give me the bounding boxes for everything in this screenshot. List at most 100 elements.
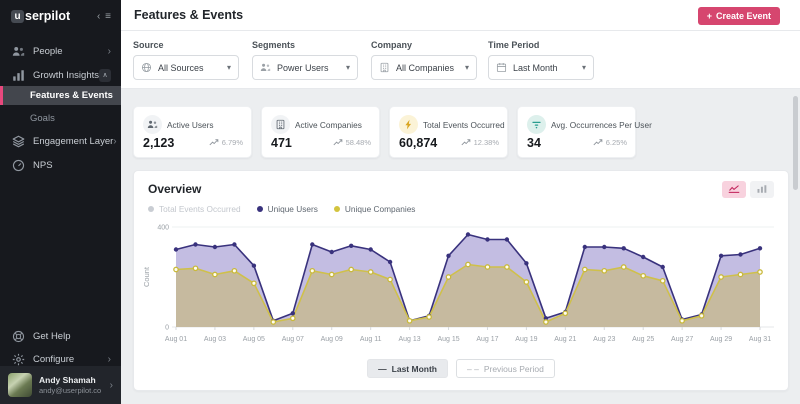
stat-trend: 12.38% xyxy=(461,138,499,147)
filter-label: Time Period xyxy=(488,40,594,50)
period-buttons: — Last Month – – Previous Period xyxy=(134,359,788,378)
stat-label: Avg. Occurrences Per User xyxy=(551,120,652,130)
stat-label: Active Companies xyxy=(295,120,362,130)
previous-period-button[interactable]: – – Previous Period xyxy=(456,359,555,378)
sidebar-item-goals[interactable]: Goals xyxy=(0,109,121,128)
profile-name: Andy Shamah xyxy=(39,375,101,386)
company-select[interactable]: All Companies ▾ xyxy=(371,55,477,80)
stat-card-avg-occurrences: Avg. Occurrences Per User 34 6.25% xyxy=(517,106,636,158)
chevron-right-icon: › xyxy=(113,136,116,147)
chart-canvas: 0400CountAug 01Aug 03Aug 05Aug 07Aug 09A… xyxy=(140,219,784,349)
create-event-label: Create Event xyxy=(716,11,771,21)
users-icon xyxy=(143,115,162,134)
avatar xyxy=(8,373,32,397)
logo-text: serpilot xyxy=(25,9,70,23)
sidebar-item-label: Engagement Layer xyxy=(33,136,113,147)
legend-dot xyxy=(148,206,154,212)
legend-label: Total Events Occurred xyxy=(159,204,241,214)
segments-select[interactable]: Power Users ▾ xyxy=(252,55,358,80)
svg-text:Aug 31: Aug 31 xyxy=(749,336,771,343)
period-button-label: Last Month xyxy=(392,364,437,374)
source-select[interactable]: All Sources ▾ xyxy=(133,55,239,80)
svg-text:Aug 15: Aug 15 xyxy=(437,336,459,343)
building-icon xyxy=(271,115,290,134)
sidebar-item-label: Configure xyxy=(33,354,108,365)
svg-text:Aug 21: Aug 21 xyxy=(554,336,576,343)
plus-icon: + xyxy=(707,11,712,21)
last-month-button[interactable]: — Last Month xyxy=(367,359,448,378)
trend-up-icon xyxy=(209,139,219,146)
svg-text:Aug 03: Aug 03 xyxy=(204,336,226,343)
dashed-dash-icon: – – xyxy=(467,364,479,374)
overview-panel: Overview Total Events Occurred Unique Us… xyxy=(133,170,789,391)
sidebar-item-nps[interactable]: NPS xyxy=(0,156,121,174)
stat-trend-value: 58.48% xyxy=(346,138,371,147)
line-chart-toggle-button[interactable] xyxy=(722,181,746,198)
filter-segments: Segments Power Users ▾ xyxy=(252,40,358,80)
time-period-select[interactable]: Last Month ▾ xyxy=(488,55,594,80)
solid-dash-icon: — xyxy=(378,364,387,374)
sidebar-item-features-events[interactable]: Features & Events xyxy=(0,86,121,105)
stat-trend-value: 6.25% xyxy=(606,138,627,147)
legend-dot xyxy=(334,206,340,212)
svg-text:Aug 17: Aug 17 xyxy=(476,336,498,343)
logo-mark: u xyxy=(11,10,24,23)
sidebar-item-growth-insights[interactable]: Growth Insights ∧ xyxy=(0,66,121,84)
sidebar-item-get-help[interactable]: Get Help xyxy=(0,327,121,345)
filter-value: All Sources xyxy=(158,63,227,73)
top-bar: Features & Events + Create Event xyxy=(121,0,800,31)
page-title: Features & Events xyxy=(134,0,243,31)
svg-text:Aug 27: Aug 27 xyxy=(671,336,693,343)
svg-text:Aug 07: Aug 07 xyxy=(282,336,304,343)
chevron-right-icon: › xyxy=(108,46,111,57)
trend-up-icon xyxy=(333,139,343,146)
chevron-right-icon: › xyxy=(108,354,111,365)
filter-value: Last Month xyxy=(513,63,582,73)
gauge-icon xyxy=(12,159,25,172)
stat-value: 471 xyxy=(271,136,292,150)
legend-item-unique-users[interactable]: Unique Users xyxy=(257,204,318,214)
filter-company: Company All Companies ▾ xyxy=(371,40,477,80)
legend-item-unique-companies[interactable]: Unique Companies xyxy=(334,204,416,214)
svg-text:0: 0 xyxy=(165,325,169,332)
chevron-down-icon: ▾ xyxy=(227,63,231,72)
bar-chart-toggle-button[interactable] xyxy=(750,181,774,198)
line-chart-icon xyxy=(728,182,740,197)
period-button-label: Previous Period xyxy=(484,364,544,374)
svg-text:Aug 13: Aug 13 xyxy=(399,336,421,343)
chevron-down-icon: ▾ xyxy=(582,63,586,72)
stat-trend: 6.79% xyxy=(209,138,243,147)
building-icon xyxy=(379,62,390,73)
user-profile[interactable]: Andy Shamah andy@userpilot.co › xyxy=(0,366,121,404)
chart-type-toggle xyxy=(722,181,774,198)
sidebar-item-label: Get Help xyxy=(33,331,111,342)
filters-bar: Source All Sources ▾ Segments Power User… xyxy=(121,31,800,89)
sidebar-subitem-label: Goals xyxy=(30,113,55,124)
average-icon xyxy=(527,115,546,134)
legend-item-total-events[interactable]: Total Events Occurred xyxy=(148,204,241,214)
svg-text:Aug 09: Aug 09 xyxy=(321,336,343,343)
profile-email: andy@userpilot.co xyxy=(39,386,101,395)
chevron-down-icon: ▾ xyxy=(346,63,350,72)
globe-icon xyxy=(141,62,152,73)
users-icon xyxy=(260,62,271,73)
gear-icon xyxy=(12,353,25,366)
bolt-icon xyxy=(399,115,418,134)
sidebar-collapse-icon[interactable]: ‹ ≡ xyxy=(97,11,112,22)
svg-text:Aug 01: Aug 01 xyxy=(165,336,187,343)
scrollbar-thumb[interactable] xyxy=(793,96,798,190)
chart-legend: Total Events Occurred Unique Users Uniqu… xyxy=(148,204,415,214)
sidebar-item-engagement-layer[interactable]: Engagement Layer › xyxy=(0,132,121,150)
sidebar-item-people[interactable]: People › xyxy=(0,42,121,60)
chevron-up-icon[interactable]: ∧ xyxy=(99,69,111,82)
svg-text:Aug 29: Aug 29 xyxy=(710,336,732,343)
create-event-button[interactable]: + Create Event xyxy=(698,7,780,25)
chevron-down-icon: ▾ xyxy=(465,63,469,72)
area-chart: 0400CountAug 01Aug 03Aug 05Aug 07Aug 09A… xyxy=(140,219,784,349)
svg-text:400: 400 xyxy=(157,225,169,232)
svg-text:Aug 23: Aug 23 xyxy=(593,336,615,343)
bar-chart-icon xyxy=(756,182,768,197)
main-content: Features & Events + Create Event Source … xyxy=(121,0,800,404)
sidebar-item-label: People xyxy=(33,46,108,57)
stat-trend-value: 6.79% xyxy=(222,138,243,147)
